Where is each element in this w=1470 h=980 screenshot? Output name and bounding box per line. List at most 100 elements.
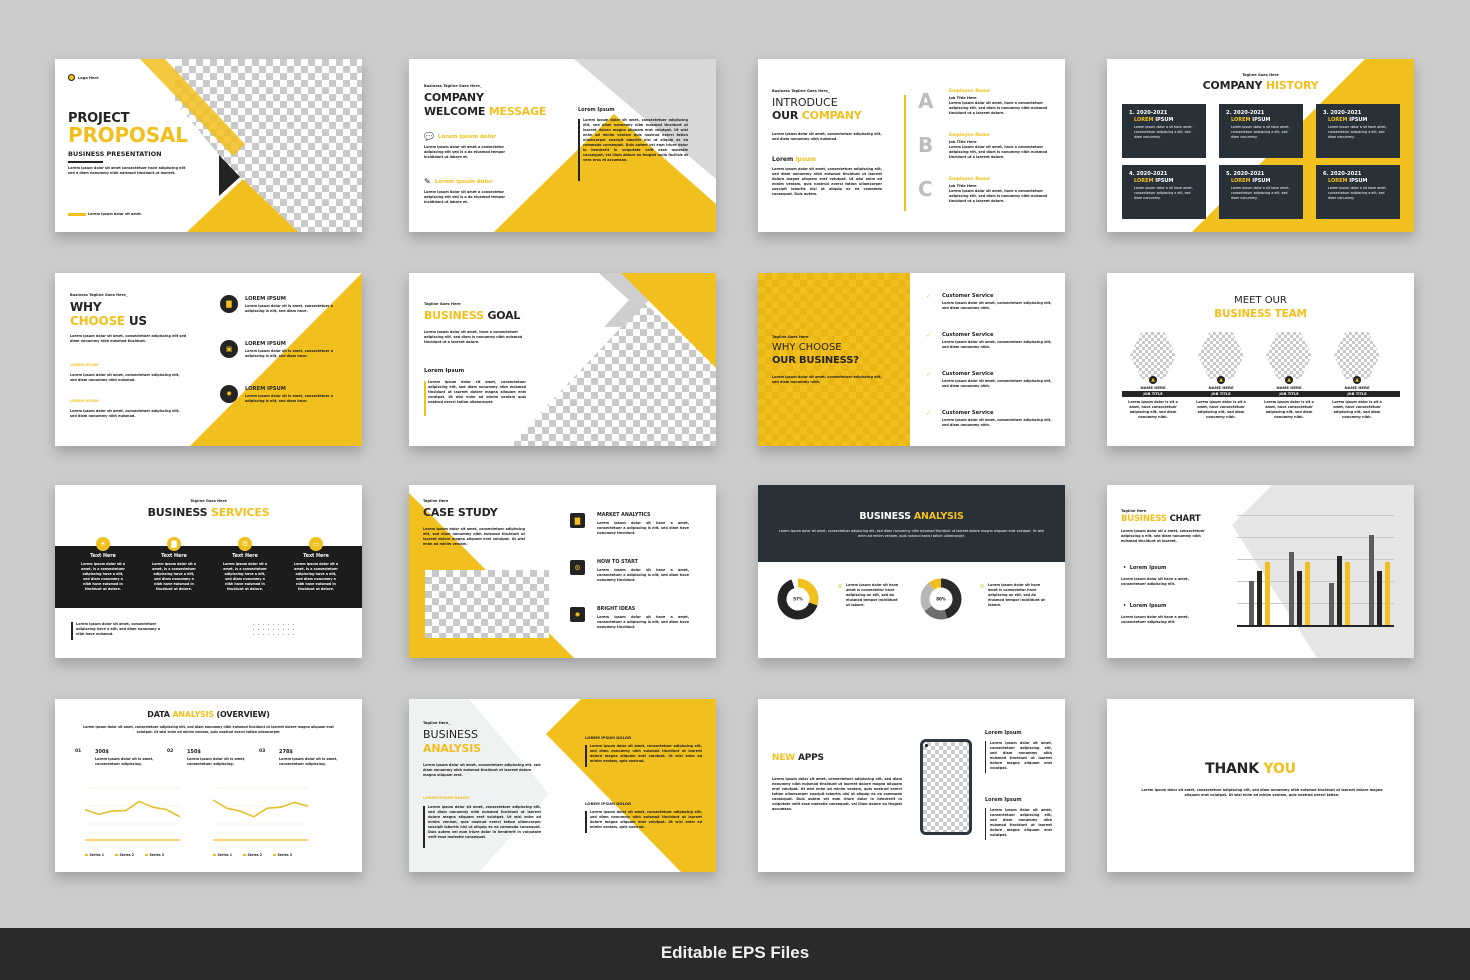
right-text: Lorem ipsum dolor sit amet, consectetuer… xyxy=(590,810,702,829)
title: BUSINESS SERVICES xyxy=(147,506,270,519)
chart-icon: ▇ xyxy=(167,537,181,551)
slide-business-team[interactable]: MEET OUR BUSINESS TEAM ▲ NAME HERE JOB TIT… xyxy=(1107,273,1414,446)
slide-company-welcome[interactable]: Business Tagline Goes Here_ COMPANY WELC… xyxy=(409,59,716,232)
body-text: Lorem ipsum dolor sit amet consectetuer … xyxy=(68,166,186,175)
item-title: LOREM IPSUM xyxy=(245,296,286,302)
service-text: Lorem ipsum dolor sit a amet, is a conse… xyxy=(293,562,339,591)
bar xyxy=(1289,552,1294,625)
history-card: 6. 2020-2021 LOREM IPSUM Lorem ipsum dolor… xyxy=(1316,165,1400,219)
chart-icon: ▇ xyxy=(570,513,585,528)
item-title: Customer Service xyxy=(942,332,994,338)
slide-business-analysis-text[interactable]: Tagline Here_ BUSINESS ANALYSIS Lorem ip… xyxy=(409,699,716,872)
title-line2: CHOOSE US xyxy=(70,314,147,328)
bullet xyxy=(980,584,984,588)
right-title: LOREM IPSUM DOLOR xyxy=(585,735,632,740)
legend-swatch xyxy=(115,853,118,857)
item-text: Lorem ipsum dolor sit have a amet, conse… xyxy=(597,521,689,535)
history-title: LOREM IPSUM xyxy=(1328,117,1368,123)
history-title: LOREM IPSUM xyxy=(1231,178,1271,184)
subheading: Lorem Ipsum xyxy=(772,156,816,163)
history-card: 5. 2020-2021 LOREM IPSUM Lorem ipsum dolor… xyxy=(1219,165,1303,219)
subheading: LOREM IPSUM DOLOR xyxy=(423,795,470,800)
title-line2: WELCOME MESSAGE xyxy=(424,105,547,118)
donut-1-text: Lorem ipsum dolor sit have amet is conse… xyxy=(846,583,899,607)
donut-slice xyxy=(924,605,948,620)
member-job: JOB TITLE xyxy=(1279,392,1299,396)
sun-icon: ☀ xyxy=(96,537,110,551)
title: DATA ANALYSIS (OVERVIEW) xyxy=(147,710,270,719)
slide-company-history[interactable]: Tagline Goes Here COMPANY HISTORY 1. 202… xyxy=(1107,59,1414,232)
intro-text: Lorem ipsum dolor sit amet, consectetuer… xyxy=(423,527,525,546)
item-title: Customer Service xyxy=(942,410,994,416)
series-line xyxy=(213,799,308,818)
dark-header xyxy=(758,485,1065,562)
slide-why-choose-us[interactable]: Business Tagline Goes Here_ WHY CHOOSE U… xyxy=(55,273,362,446)
intro-text: Lorem ipsum dolor sit amet, consectetuer… xyxy=(772,375,882,384)
right-title: Lorem Ipsum xyxy=(985,730,1022,736)
slide-new-apps[interactable]: NEW APPS Lorem ipsum dolor sit amet, con… xyxy=(758,699,1065,872)
body-text: Lorem ipsum dolor sit amet, consectetuer… xyxy=(428,380,526,404)
slide-project-proposal[interactable]: Logo Here PROJECT PROPOSAL BUSINESS PRES… xyxy=(55,59,362,232)
member-text: Lorem ipsum dolor is sit a amet, have co… xyxy=(1332,400,1382,419)
item-title: Customer Service xyxy=(942,293,994,299)
gear-icon: ⚙ xyxy=(238,537,252,551)
history-card: 2. 2020-2021 LOREM IPSUM Lorem ipsum dolor… xyxy=(1219,104,1303,158)
donut-2-text: Lorem ipsum dolor sit have amet is conse… xyxy=(988,583,1045,607)
slide-business-goal[interactable]: Tagline Goes Here BUSINESS GOAL Lorem ip… xyxy=(409,273,716,446)
legend-item: Series 2 xyxy=(115,853,134,857)
body-text: Lorem ipsum dolor sit amet, consectetuer… xyxy=(1141,788,1383,797)
subheading: Lorem Ipsum xyxy=(424,368,465,374)
slide-business-analysis-donuts[interactable]: BUSINESS ANALYSIS Lorem ipsum dolor sit … xyxy=(758,485,1065,658)
title: BUSINESS ANALYSIS xyxy=(859,511,964,522)
history-text: Lorem ipsum dolor a sit have amet, conse… xyxy=(1231,186,1290,200)
phone-camera-icon xyxy=(925,744,928,747)
body-text: Lorem ipsum dolor sit amet, consectetuer… xyxy=(772,167,882,196)
user-icon: ▲ xyxy=(1217,376,1225,384)
item-2-text: Lorem ipsum dolor sit amet a consectetur… xyxy=(424,190,506,204)
right-title: Lorem Ipsum xyxy=(578,107,615,113)
bar xyxy=(1337,555,1342,625)
history-text: Lorem ipsum dolor a sit have amet, conse… xyxy=(1328,125,1387,139)
chat-icon: 💬 xyxy=(424,132,434,141)
slide-why-choose-business[interactable]: Tagline Goes Here WHY CHOOSE OUR BUSINES… xyxy=(758,273,1065,446)
bar xyxy=(1257,571,1262,625)
stat-text: Lorem ipsum dolor sit is amet, consectet… xyxy=(279,757,338,766)
item-title: HOW TO START xyxy=(597,560,638,565)
legend-swatch xyxy=(243,853,246,857)
bar-chart xyxy=(1237,515,1394,635)
slide-business-chart[interactable]: Tagline Here BUSINESS CHART Lorem ipsum … xyxy=(1107,485,1414,658)
slide-thank-you[interactable]: THANK YOU Lorem ipsum dolor sit amet, co… xyxy=(1107,699,1414,872)
item-title: LOREM IPSUM xyxy=(245,341,286,347)
right-text: Lorem ipsum dolor sit amet, consectetuer… xyxy=(990,741,1052,770)
employee-letter: B xyxy=(918,133,934,157)
body-text: Lorem ipsum dolor sit amet, consectetuer… xyxy=(428,805,541,839)
legend-swatch xyxy=(85,853,88,857)
rule xyxy=(71,622,73,640)
dot-grid xyxy=(251,622,295,636)
logo: Logo Here xyxy=(68,74,99,81)
slide-business-services[interactable]: Tagline Goes Here BUSINESS SERVICES Lore… xyxy=(55,485,362,658)
x-axis xyxy=(1237,625,1394,627)
slide-case-study[interactable]: Tagline Here CASE STUDY Lorem ipsum dolo… xyxy=(409,485,716,658)
stat-number: 03 xyxy=(259,749,266,754)
tagline: Tagline Goes Here xyxy=(1242,73,1279,77)
member-photo-placeholder xyxy=(1198,332,1244,379)
bar xyxy=(1329,583,1334,625)
history-year: 5. 2020-2021 xyxy=(1226,171,1265,177)
slide-introduce-company[interactable]: Business Tagline Goes Here_ INTRODUCE OU… xyxy=(758,59,1065,232)
legend-item: Series 1 xyxy=(85,853,104,857)
footer-text: Lorem ipsum dolor sit amet. xyxy=(88,212,143,216)
right-text: Lorem ipsum dolor sit amet, consectetuer… xyxy=(583,118,688,162)
history-year: 2. 2020-2021 xyxy=(1226,110,1265,116)
tagline: Tagline Goes Here xyxy=(190,499,227,503)
member-name: NAME HERE xyxy=(1276,385,1302,390)
member-text: Lorem ipsum dolor is sit a amet, have co… xyxy=(1264,400,1314,419)
gridline xyxy=(1237,515,1394,516)
service-title: Text Here xyxy=(90,554,116,559)
slide-data-analysis-overview[interactable]: DATA ANALYSIS (OVERVIEW) Lorem ipsum dol… xyxy=(55,699,362,872)
history-year: 3. 2020-2021 xyxy=(1323,110,1362,116)
tagline: Tagline Here xyxy=(1121,509,1147,513)
legend-item: Series 1 xyxy=(213,853,232,857)
title-line1: WHY CHOOSE xyxy=(772,342,842,353)
member-photo-placeholder xyxy=(1334,332,1380,379)
